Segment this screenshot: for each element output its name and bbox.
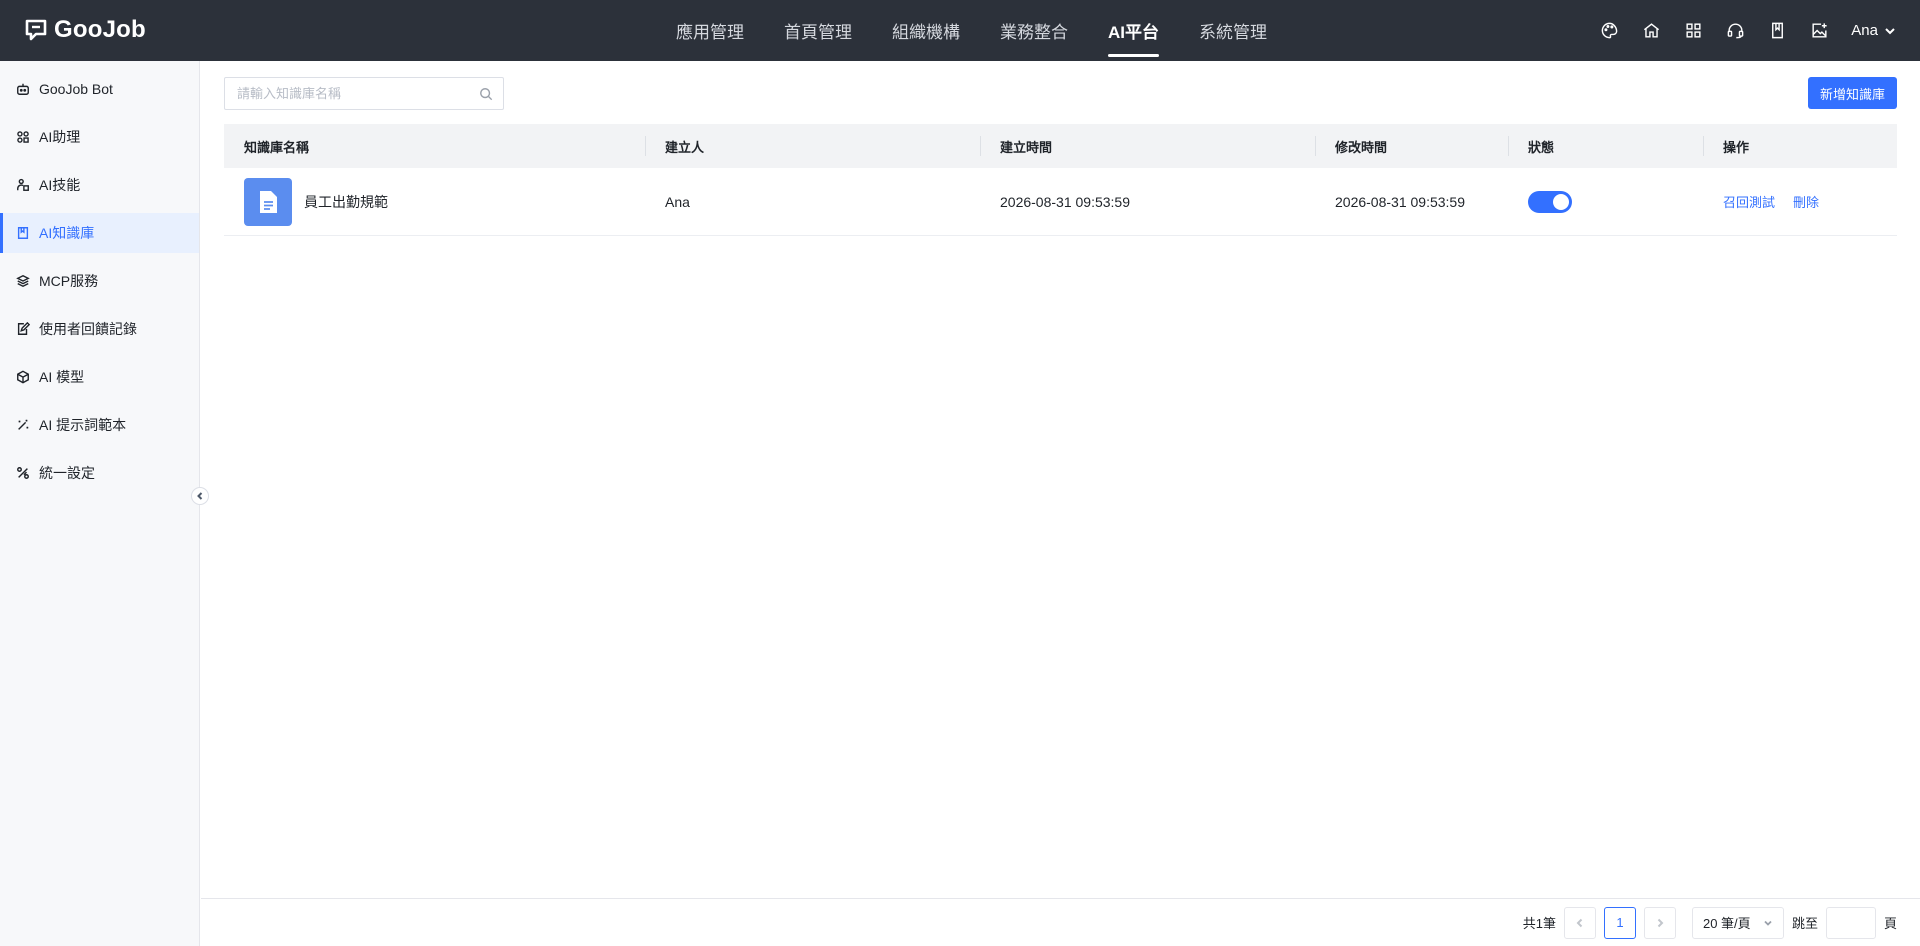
sidebar-item-label: 統一設定: [39, 465, 95, 481]
recall-test-link[interactable]: 召回測試: [1723, 192, 1775, 211]
pagination: 共1筆 1 20 筆/頁 跳至 頁: [201, 898, 1920, 946]
cell-actions: 召回測試 刪除: [1703, 168, 1897, 236]
book-icon[interactable]: [1767, 21, 1787, 41]
robot-icon: [17, 83, 29, 95]
palette-icon[interactable]: [1599, 21, 1619, 41]
cell-created-time: 2026-08-31 09:53:59: [1000, 193, 1130, 210]
search-icon[interactable]: [479, 87, 493, 101]
home-icon[interactable]: [1641, 21, 1661, 41]
jump-label: 跳至: [1791, 916, 1818, 931]
feedback-icon: [17, 322, 30, 335]
chevron-down-icon: [1764, 920, 1772, 926]
nav-app-management[interactable]: 應用管理: [656, 0, 764, 61]
status-toggle[interactable]: [1528, 190, 1572, 213]
sidebar-item-label: GooJob Bot: [39, 81, 113, 97]
sidebar-item-label: AI 模型: [39, 369, 85, 385]
column-header-created-time: 建立時間: [980, 124, 1315, 168]
document-icon: [244, 177, 292, 226]
page-number-button[interactable]: 1: [1603, 906, 1636, 939]
sidebar-item-label: AI 提示詞範本: [39, 417, 127, 433]
headset-icon[interactable]: [1725, 21, 1745, 41]
nav-home-management[interactable]: 首頁管理: [764, 0, 872, 61]
logo-icon: [25, 19, 47, 41]
top-nav: 應用管理 首頁管理 組織機構 業務整合 AI平台 系統管理: [656, 0, 1287, 61]
table-row: 員工出勤規範 Ana 2026-08-31 09:53:59 2026-08-3…: [224, 168, 1897, 236]
sidebar-item-label: MCP服務: [39, 273, 99, 289]
chevron-down-icon: [1885, 27, 1895, 34]
sidebar-item-user-feedback[interactable]: 使用者回饋記錄: [0, 309, 199, 349]
sidebar: GooJob Bot AI助理 AI技能 AI知識庫 MCP服務 使用者回饋記錄…: [0, 61, 200, 946]
magic-wand-icon: [18, 419, 29, 430]
layers-icon: [16, 274, 30, 288]
sidebar-item-goojob-bot[interactable]: GooJob Bot: [0, 69, 199, 109]
knowledge-base-table: 知識庫名稱 建立人 建立時間 修改時間 狀態 操作 員工出勤規範 Ana 202…: [224, 124, 1897, 236]
sidebar-item-ai-knowledge-base[interactable]: AI知識庫: [0, 213, 199, 253]
table-header: 知識庫名稱 建立人 建立時間 修改時間 狀態 操作: [224, 124, 1897, 168]
tools-icon: [17, 467, 29, 479]
chevron-left-icon: [1576, 918, 1583, 927]
logo-text: GooJob: [54, 16, 146, 43]
search-box: [224, 77, 504, 110]
nav-ai-platform[interactable]: AI平台: [1088, 0, 1179, 61]
next-page-button[interactable]: [1643, 906, 1676, 939]
sidebar-item-unified-settings[interactable]: 統一設定: [0, 453, 199, 493]
image-add-icon[interactable]: [1809, 21, 1829, 41]
grid-assistant-icon: [17, 131, 29, 143]
column-header-status: 狀態: [1508, 124, 1703, 168]
sidebar-collapse-button[interactable]: [191, 487, 209, 505]
logo[interactable]: GooJob: [24, 16, 146, 44]
chevron-right-icon: [1657, 918, 1664, 927]
sidebar-item-mcp-service[interactable]: MCP服務: [0, 261, 199, 301]
search-input[interactable]: [237, 86, 479, 101]
chevron-left-icon: [197, 492, 203, 500]
jump-page-input[interactable]: [1825, 906, 1876, 939]
toggle-knob: [1553, 193, 1569, 210]
add-knowledge-base-button[interactable]: 新增知識庫: [1807, 77, 1897, 109]
book-icon: [17, 227, 29, 239]
cell-creator: Ana: [665, 193, 690, 210]
sidebar-item-label: 使用者回饋記錄: [39, 321, 137, 337]
column-header-creator: 建立人: [645, 124, 980, 168]
apps-grid-icon[interactable]: [1683, 21, 1703, 41]
page-size-select[interactable]: 20 筆/頁: [1691, 906, 1784, 939]
user-menu[interactable]: Ana: [1851, 22, 1896, 39]
main-content: 新增知識庫 知識庫名稱 建立人 建立時間 修改時間 狀態 操作 員工出勤規範 A…: [201, 61, 1920, 946]
column-header-modified-time: 修改時間: [1315, 124, 1508, 168]
sidebar-item-label: AI助理: [39, 129, 81, 145]
nav-system-management[interactable]: 系統管理: [1179, 0, 1287, 61]
cube-icon: [17, 370, 29, 384]
skill-icon: [17, 178, 29, 191]
cell-status: [1508, 168, 1703, 236]
nav-organization[interactable]: 組織機構: [872, 0, 980, 61]
cell-modified-time: 2026-08-31 09:53:59: [1335, 193, 1465, 210]
total-count: 共1筆: [1522, 916, 1556, 931]
sidebar-item-ai-model[interactable]: AI 模型: [0, 357, 199, 397]
sidebar-item-ai-prompt-template[interactable]: AI 提示詞範本: [0, 405, 199, 445]
knowledge-base-name[interactable]: 員工出勤規範: [304, 192, 388, 212]
prev-page-button[interactable]: [1563, 906, 1596, 939]
sidebar-item-ai-skill[interactable]: AI技能: [0, 165, 199, 205]
page-size-value: 20 筆/頁: [1702, 916, 1751, 931]
sidebar-item-ai-assistant[interactable]: AI助理: [0, 117, 199, 157]
top-right-tools: Ana: [1599, 0, 1896, 61]
sidebar-item-label: AI知識庫: [39, 225, 95, 241]
user-name: Ana: [1851, 22, 1878, 39]
column-header-actions: 操作: [1703, 124, 1897, 168]
delete-link[interactable]: 刪除: [1793, 192, 1819, 211]
sidebar-item-label: AI技能: [39, 177, 81, 193]
cell-name: 員工出勤規範: [224, 168, 645, 236]
page-suffix: 頁: [1883, 916, 1897, 931]
top-bar: GooJob 應用管理 首頁管理 組織機構 業務整合 AI平台 系統管理 Ana: [0, 0, 1920, 61]
column-header-name: 知識庫名稱: [244, 139, 310, 155]
nav-business-integration[interactable]: 業務整合: [980, 0, 1088, 61]
